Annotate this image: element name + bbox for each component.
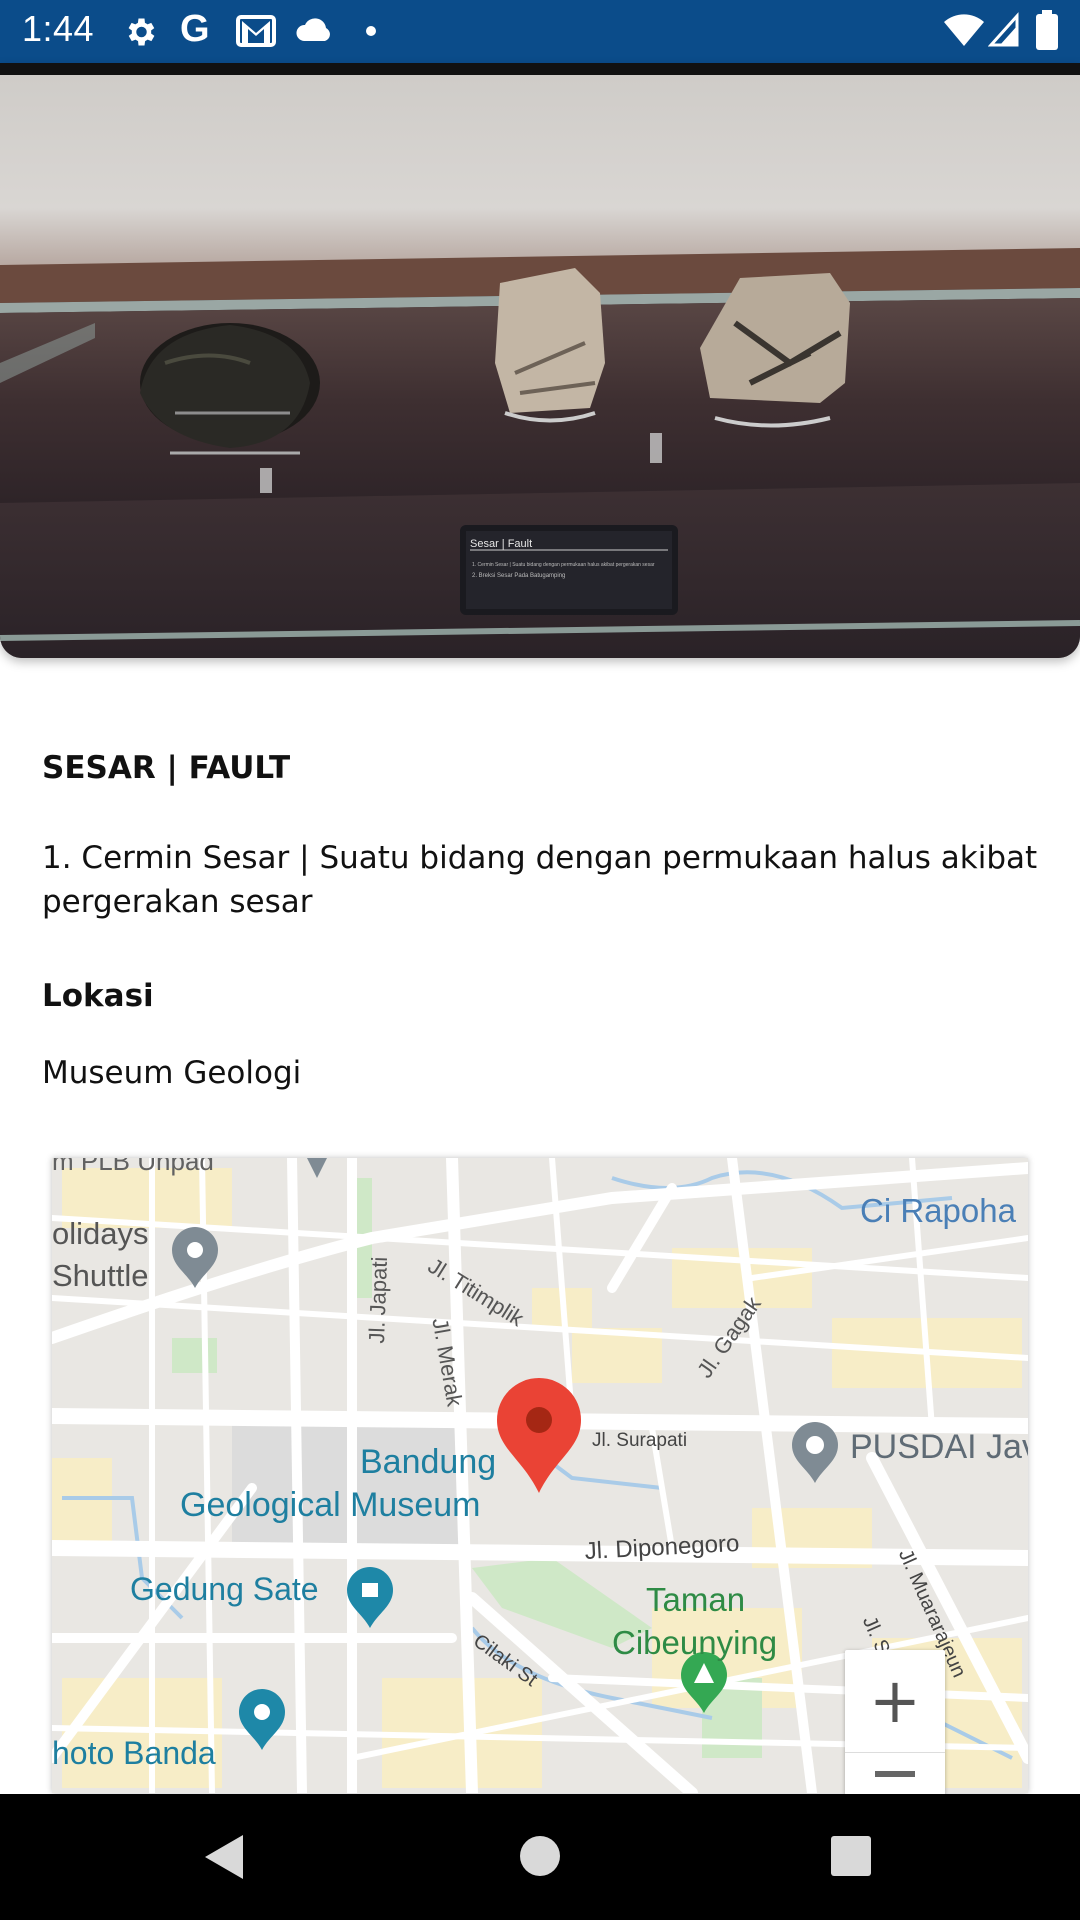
map-label-surapati: Jl. Surapati <box>592 1430 688 1451</box>
status-time: 1:44 <box>22 8 95 49</box>
map-zoom-controls: + <box>845 1650 945 1795</box>
zoom-in-button[interactable]: + <box>845 1650 945 1750</box>
exhibit-description: 1. Cermin Sesar | Suatu bidang dengan pe… <box>42 840 1038 920</box>
map-label-shuttle: Shuttle <box>52 1258 149 1293</box>
signal-icon <box>988 12 1019 47</box>
dot-icon <box>366 26 376 36</box>
status-bar: 1:44 G <box>0 0 1080 63</box>
battery-icon <box>1036 10 1058 50</box>
plaque-line-2: 2. Breksi Sesar Pada Batugamping <box>472 573 565 579</box>
settings-icon <box>128 18 155 46</box>
map-label-bandung: Bandung <box>360 1443 497 1481</box>
map-label-pusdai: PUSDAI Jav <box>850 1428 1028 1466</box>
map-label-taman: Taman <box>646 1581 746 1618</box>
map-label-gedung-sate: Gedung Sate <box>130 1571 319 1607</box>
navigation-bar <box>0 1794 1080 1920</box>
google-icon: G <box>180 8 210 50</box>
home-icon[interactable] <box>519 1835 561 1877</box>
plaque-title: Sesar | Fault <box>470 538 532 550</box>
exhibit-photo: Sesar | Fault 1. Cermin Sesar | Suatu bi… <box>0 63 1080 658</box>
location-heading: Lokasi <box>42 978 154 1014</box>
map-label-geological-museum: Geological Museum <box>180 1486 481 1524</box>
wifi-icon <box>944 14 984 46</box>
plaque-line-1: 1. Cermin Sesar | Suatu bidang dengan pe… <box>472 562 655 568</box>
map-label-holidays: olidays <box>52 1216 149 1251</box>
map-label-top: m PLB Unpad <box>52 1158 214 1176</box>
zoom-out-button[interactable] <box>845 1752 945 1796</box>
map-label-japati: Jl. Japati <box>364 1256 393 1344</box>
map-label-ci-rapoha: Ci Rapoha <box>860 1192 1016 1229</box>
recents-icon[interactable] <box>831 1836 871 1876</box>
location-value: Museum Geologi <box>42 1055 302 1091</box>
exhibit-title: SESAR | FAULT <box>42 750 291 786</box>
map-label-cibeunying: Cibeunying <box>612 1624 778 1661</box>
back-icon[interactable] <box>203 1833 247 1881</box>
cloud-icon <box>296 18 330 41</box>
gmail-icon <box>236 15 276 47</box>
map-label-foto-banda: hoto Banda <box>52 1735 216 1771</box>
